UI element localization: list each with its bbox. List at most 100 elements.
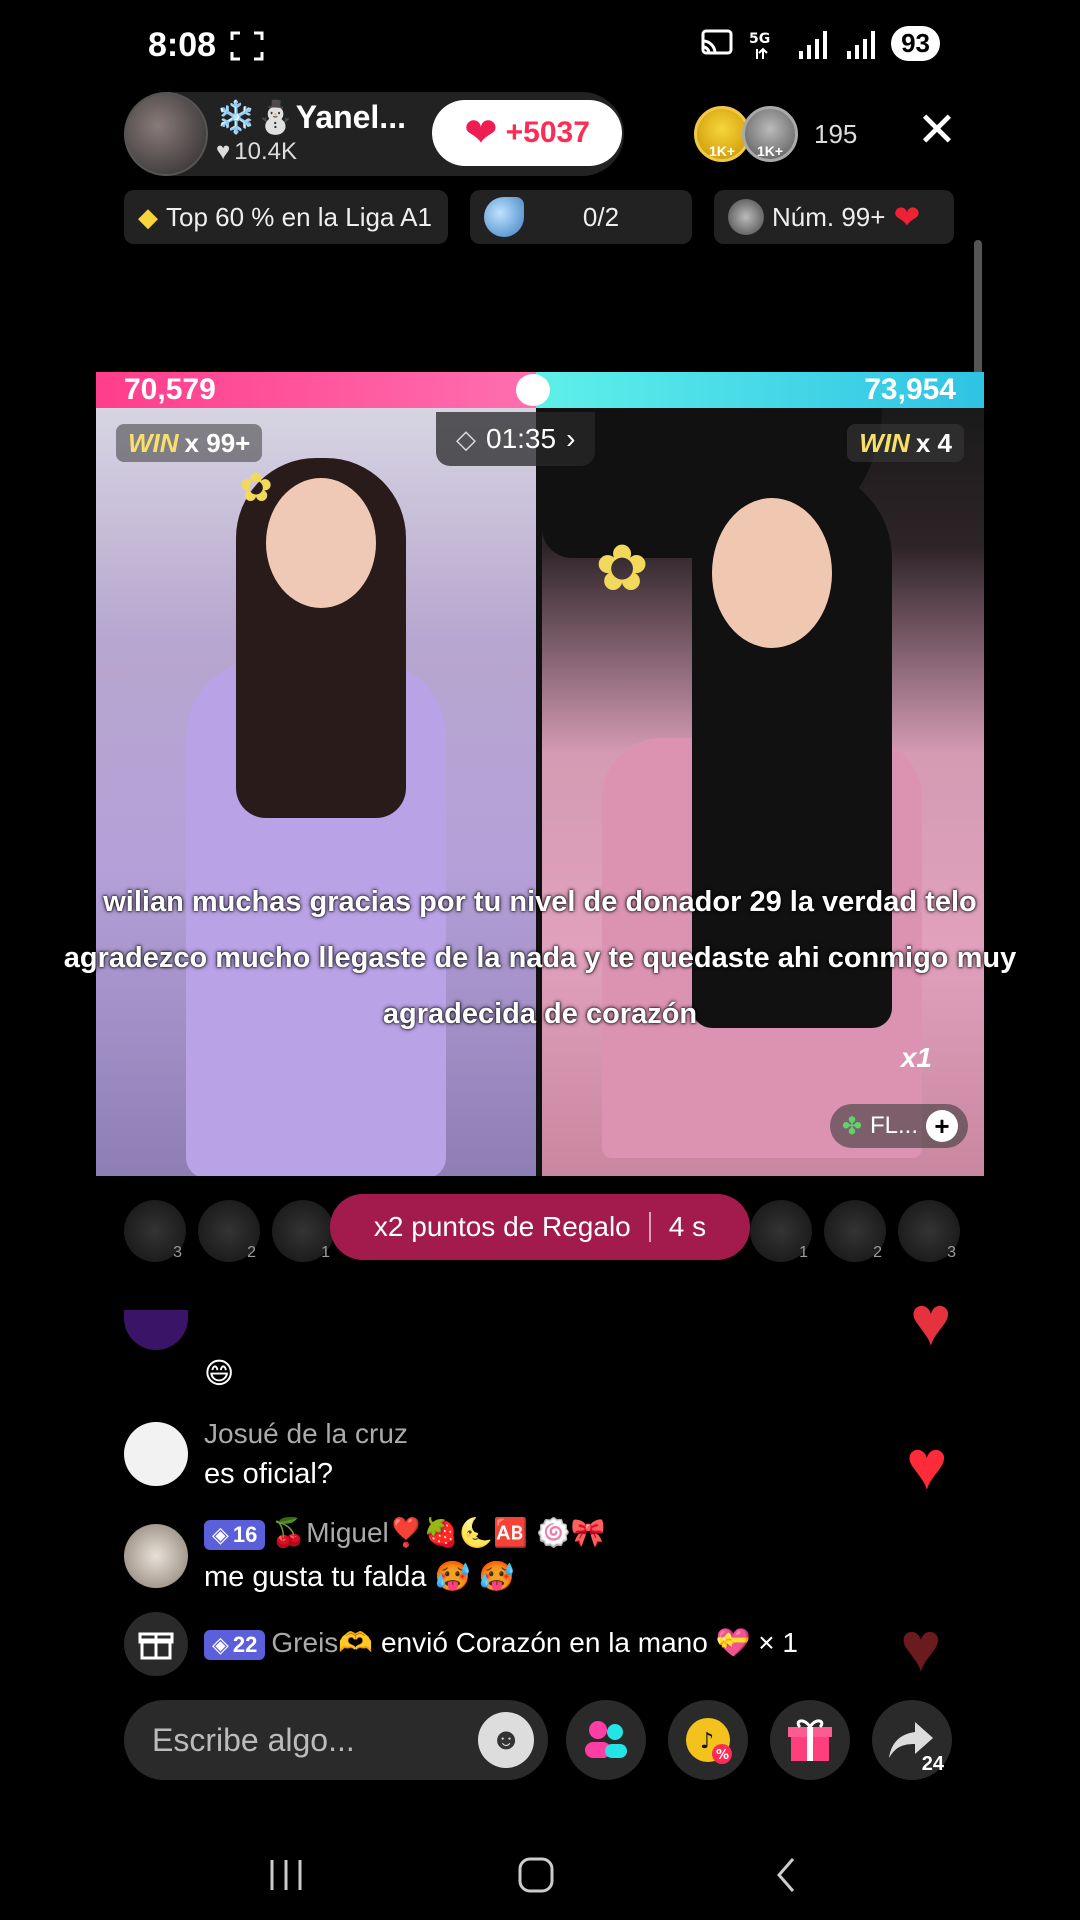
goal-chip[interactable]: 0/2 (470, 190, 692, 244)
bird-icon (484, 197, 524, 237)
gift-icon (124, 1612, 188, 1676)
share-button[interactable]: 24 (872, 1700, 952, 1780)
win-badge-left: WIN x 99+ (116, 424, 263, 462)
top-viewers[interactable]: 1K+ 1K+ 195 (694, 106, 857, 162)
back-button[interactable] (756, 1850, 816, 1900)
system-nav-bar (0, 1830, 1080, 1920)
plus-icon[interactable]: + (926, 1110, 958, 1142)
gift-button[interactable] (770, 1700, 850, 1780)
chat-username[interactable]: Josué de la cruz (204, 1418, 408, 1450)
status-bar: 8:08 5G 93 (0, 0, 1080, 92)
home-button[interactable] (506, 1850, 566, 1900)
win-right-count: x 4 (915, 427, 952, 458)
battery-indicator: 93 (891, 26, 940, 61)
bonus-label: x2 puntos de Regalo (373, 1211, 631, 1242)
chat-avatar[interactable] (124, 1422, 188, 1486)
bonus-separator (648, 1212, 651, 1242)
win-badge-right: WIN x 4 (847, 424, 964, 462)
rank-chip[interactable]: Núm. 99+ ❤ (714, 190, 954, 244)
diamond-outline-icon: ◇ (456, 423, 476, 454)
heart-icon: ❤ (464, 111, 498, 155)
supporter-avatar[interactable]: 3 (898, 1200, 960, 1262)
promo-button[interactable]: ♪ % (668, 1700, 748, 1780)
supporter-rank: 3 (947, 1244, 956, 1261)
chat-text: es oficial? (204, 1458, 333, 1490)
heart-small-icon: ♥ (216, 138, 231, 165)
info-row: ◆ Top 60 % en la Liga A1 0/2 Núm. 99+ ❤ (124, 190, 954, 244)
viewer-count[interactable]: 195 (814, 119, 857, 150)
floating-heart-icon: ♥ (900, 1608, 942, 1686)
timer-text: 01:35 (486, 423, 557, 454)
home-icon (518, 1857, 554, 1893)
chat-username-row[interactable]: ◈ 16 🍒Miguel❣️🍓🌜🆎 🍥🎀 (204, 1516, 606, 1550)
league-text: Top 60 % en la Liga A1 (166, 201, 432, 232)
gift-bonus-banner[interactable]: x2 puntos de Regalo 4 s (330, 1194, 750, 1260)
win-left-count: x 99+ (184, 427, 251, 458)
rank-text: Núm. 99+ (772, 201, 886, 232)
battle-timer[interactable]: ◇ 01:35 › (436, 412, 596, 466)
follow-count: +5037 (505, 116, 590, 149)
supporter-rank: 1 (799, 1244, 808, 1261)
back-icon (777, 1858, 795, 1892)
recent-apps-button[interactable] (256, 1850, 316, 1900)
supporter-avatar[interactable]: 3 (124, 1200, 186, 1262)
host-avatar[interactable] (124, 92, 208, 176)
chat-text: me gusta tu falda 🥵 🥵 (204, 1561, 515, 1593)
gift-message-row: ◈ 22 Greis🫶 envió Corazón en la mano 💝 × … (204, 1626, 798, 1660)
supporter-rank: 3 (173, 1244, 182, 1261)
floating-heart-icon: ♥ (906, 1426, 948, 1504)
flower-icon: ✿ (239, 466, 273, 510)
battle-area: 70,579 73,954 ✿ ✿ WIN x 99+ WIN x 4 ◇ 01… (96, 372, 984, 1176)
host-likes: ♥ 10.4K (216, 138, 297, 166)
signal-icon (799, 30, 828, 59)
comment-input[interactable]: Escribe algo... ☻ (124, 1700, 548, 1780)
follow-button[interactable]: ❤ +5037 (432, 100, 622, 166)
chat-avatar (124, 1310, 188, 1350)
chevron-right-icon: › (566, 423, 576, 454)
battery-level: 93 (901, 28, 930, 58)
goal-text: 0/2 (582, 201, 620, 232)
chat-username[interactable]: Greis🫶 (271, 1627, 373, 1658)
cast-icon (701, 29, 733, 54)
chat-avatar[interactable] (124, 1524, 188, 1588)
bonus-countdown: 4 s (668, 1211, 707, 1242)
video-left[interactable]: ✿ (96, 408, 536, 1176)
score-right: 73,954 (864, 373, 956, 406)
screenshot-icon (230, 31, 264, 61)
floating-heart-icon: ♥ (910, 1282, 952, 1360)
network-5g-icon: 5G (749, 31, 770, 59)
opponent-name: FL... (869, 1112, 918, 1139)
host-name[interactable]: ❄️⛄Yanel... (216, 98, 406, 136)
close-button[interactable]: ✕ (914, 107, 960, 155)
tiktok-coupon-icon: ♪ % (686, 1718, 732, 1764)
supporter-avatar[interactable]: 1 (272, 1200, 334, 1262)
level-badge: ◈ 16 (204, 1519, 266, 1550)
opponent-badge[interactable]: ✤ FL... + (829, 1104, 968, 1148)
rank-avatar (728, 199, 764, 235)
signal-icon-2 (847, 30, 876, 59)
svg-text:%: % (716, 1748, 729, 1763)
top-viewer-badge-2[interactable]: 1K+ (742, 106, 798, 162)
flower-icon: ✿ (595, 532, 649, 604)
clover-icon: ✤ (841, 1112, 862, 1140)
supporter-rank: 2 (247, 1244, 256, 1261)
emoji-icon[interactable]: ☻ (478, 1712, 534, 1768)
streamer-right-face (712, 498, 832, 648)
score-divider-icon (516, 374, 550, 406)
love-gift-icon: ❤ (893, 199, 921, 235)
league-chip[interactable]: ◆ Top 60 % en la Liga A1 (124, 190, 448, 244)
level-badge: ◈ 22 (204, 1629, 266, 1660)
gift-text: envió Corazón en la mano 💝 × 1 (380, 1627, 798, 1658)
people-icon (585, 1721, 627, 1758)
comment-placeholder: Escribe algo... (152, 1721, 355, 1758)
supporter-avatar[interactable]: 2 (198, 1200, 260, 1262)
supporter-rank: 1 (321, 1244, 330, 1261)
supporter-rank: 2 (873, 1244, 882, 1261)
chat-username: 🍒Miguel❣️🍓🌜🆎 🍥🎀 (271, 1517, 606, 1548)
recents-icon (270, 1860, 302, 1890)
multi-guest-button[interactable] (566, 1700, 646, 1780)
supporter-avatar[interactable]: 2 (824, 1200, 886, 1262)
score-left: 70,579 (124, 373, 216, 406)
supporter-avatar[interactable]: 1 (750, 1200, 812, 1262)
diamond-icon: ◆ (138, 201, 158, 232)
